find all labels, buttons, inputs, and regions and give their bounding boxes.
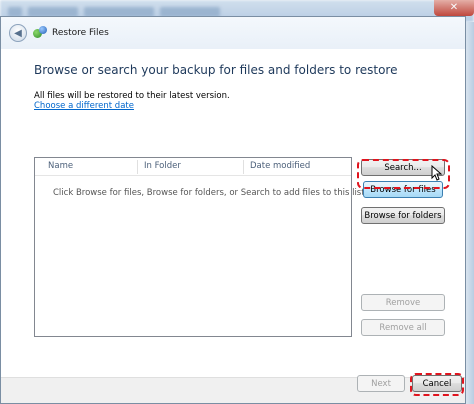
next-button[interactable]: Next (357, 375, 405, 392)
remove-button[interactable]: Remove (361, 294, 445, 311)
dialog-header: ◀ Restore Files (1, 17, 465, 49)
column-header-in-folder[interactable]: In Folder (144, 161, 181, 171)
dialog-content: Browse or search your backup for files a… (1, 49, 465, 377)
close-icon: ✕ (449, 2, 459, 13)
mouse-pointer-icon (431, 165, 443, 181)
info-text: All files will be restored to their late… (34, 91, 230, 101)
window-border (466, 22, 474, 404)
column-header-name[interactable]: Name (48, 161, 73, 171)
browse-for-folders-button[interactable]: Browse for folders (361, 207, 445, 224)
files-list[interactable]: Name In Folder Date modified Click Brows… (34, 157, 367, 337)
highlight-cancel (410, 373, 464, 396)
column-header-date-modified[interactable]: Date modified (250, 161, 310, 171)
dialog-title: Restore Files (52, 28, 109, 38)
back-button[interactable]: ◀ (9, 24, 27, 42)
choose-date-link[interactable]: Choose a different date (34, 101, 134, 111)
remove-all-button[interactable]: Remove all (361, 319, 445, 336)
restore-files-icon (33, 26, 47, 40)
back-arrow-icon: ◀ (14, 27, 22, 39)
restore-files-dialog: ◀ Restore Files Browse or search your ba… (0, 16, 466, 404)
page-heading: Browse or search your backup for files a… (34, 63, 398, 77)
list-column-headers: Name In Folder Date modified (35, 158, 351, 176)
window-close-button[interactable]: ✕ (434, 0, 474, 16)
empty-list-message: Click Browse for files, Browse for folde… (53, 188, 368, 198)
